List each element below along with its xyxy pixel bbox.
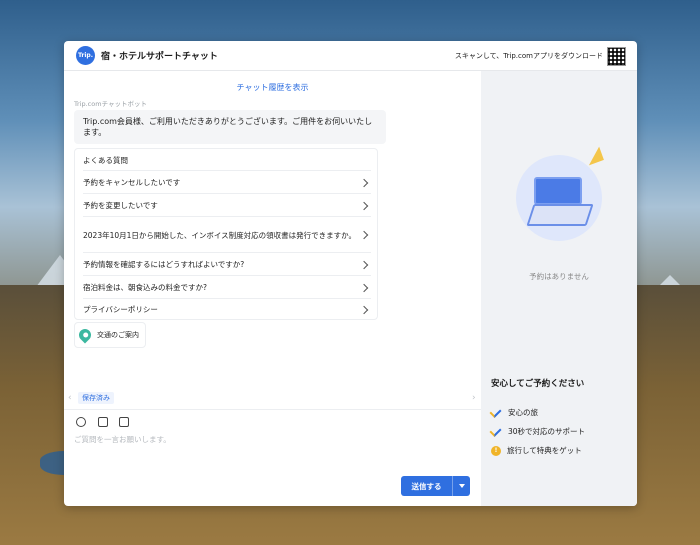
faq-item-label: 予約をキャンセルしたいです: [83, 178, 181, 187]
no-reservations-text: 予約はありません: [529, 272, 589, 281]
faq-item[interactable]: 予約をキャンセルしたいです: [83, 170, 371, 194]
faq-item[interactable]: 予約を変更したいです: [83, 193, 371, 217]
app-download-text: スキャンして、Trip.comアプリをダウンロード: [454, 52, 603, 60]
feature-item: ! 旅行して特典をゲット: [491, 445, 582, 456]
chat-history-link[interactable]: チャット履歴を表示: [64, 82, 481, 93]
faq-item[interactable]: 宿泊料金は、朝食込みの料金ですか?: [83, 275, 371, 299]
emoji-icon[interactable]: [76, 417, 86, 427]
feature-label: 30秒で対応のサポート: [508, 427, 586, 436]
chevron-right-icon[interactable]: ›: [472, 393, 476, 403]
send-options-dropdown[interactable]: [453, 476, 470, 496]
check-icon: [491, 427, 502, 436]
message-input[interactable]: [74, 435, 470, 444]
order-select-icon[interactable]: [119, 417, 129, 427]
bot-greeting-bubble: Trip.com会員様、ご利用いただきありがとうございます。ご用件をお伺いいたし…: [74, 110, 386, 144]
feature-item: 30秒で対応のサポート: [491, 426, 585, 437]
chat-window: Trip. 宿・ホテルサポートチャット スキャンして、Trip.comアプリをダ…: [64, 41, 637, 506]
paper-plane-icon: [584, 146, 604, 166]
faq-item-label: 予約を変更したいです: [83, 201, 158, 210]
safe-booking-title: 安心してご予約ください: [491, 379, 585, 389]
trip-logo: Trip.: [76, 46, 95, 65]
faq-item-label: 2023年10月1日から開始した、インボイス制度対応の領収書は発行できますか。: [83, 230, 357, 240]
faq-card: よくある質問 予約をキャンセルしたいです 予約を変更したいです 2023年10月…: [74, 148, 378, 320]
toolbar-divider: [64, 409, 481, 411]
faq-item[interactable]: 2023年10月1日から開始した、インボイス制度対応の領収書は発行できますか。: [83, 216, 371, 253]
reservation-sidebar: 予約はありません 安心してご予約ください 安心の旅 30秒で対応のサポート ! …: [481, 71, 637, 506]
faq-item-label: 予約情報を確認するにはどうすればよいですか?: [83, 260, 245, 269]
check-icon: [491, 408, 502, 417]
image-upload-icon[interactable]: [98, 417, 108, 427]
feature-label: 旅行して特典をゲット: [507, 446, 582, 455]
saved-tag[interactable]: 保存済み: [78, 392, 114, 404]
feature-label: 安心の旅: [508, 408, 538, 417]
coin-icon: !: [491, 445, 501, 456]
chat-header: Trip. 宿・ホテルサポートチャット スキャンして、Trip.comアプリをダ…: [64, 41, 637, 71]
send-button[interactable]: 送信する: [401, 476, 470, 496]
faq-item[interactable]: 予約情報を確認するにはどうすればよいですか?: [83, 252, 371, 276]
faq-item-label: プライバシーポリシー: [83, 305, 158, 314]
chat-panel: チャット履歴を表示 Trip.comチャットボット Trip.com会員様、ご利…: [64, 71, 481, 506]
bot-name: Trip.comチャットボット: [74, 100, 148, 108]
send-button-label: 送信する: [401, 476, 453, 496]
traffic-guide-button[interactable]: 交通のご案内: [74, 322, 146, 348]
map-pin-icon: [76, 326, 94, 344]
chevron-down-icon: [458, 484, 465, 488]
chevron-left-icon[interactable]: ‹: [68, 393, 72, 403]
faq-item[interactable]: プライバシーポリシー: [83, 298, 371, 320]
faq-title: よくある質問: [83, 156, 128, 165]
feature-item: 安心の旅: [491, 407, 538, 418]
chat-title: 宿・ホテルサポートチャット: [101, 52, 218, 62]
qr-code-icon[interactable]: [607, 47, 626, 66]
laptop-icon: [534, 177, 582, 205]
faq-item-label: 宿泊料金は、朝食込みの料金ですか?: [83, 283, 207, 292]
empty-reservation-illustration: [516, 146, 604, 241]
traffic-guide-label: 交通のご案内: [97, 331, 139, 339]
laptop-base-icon: [526, 204, 594, 226]
